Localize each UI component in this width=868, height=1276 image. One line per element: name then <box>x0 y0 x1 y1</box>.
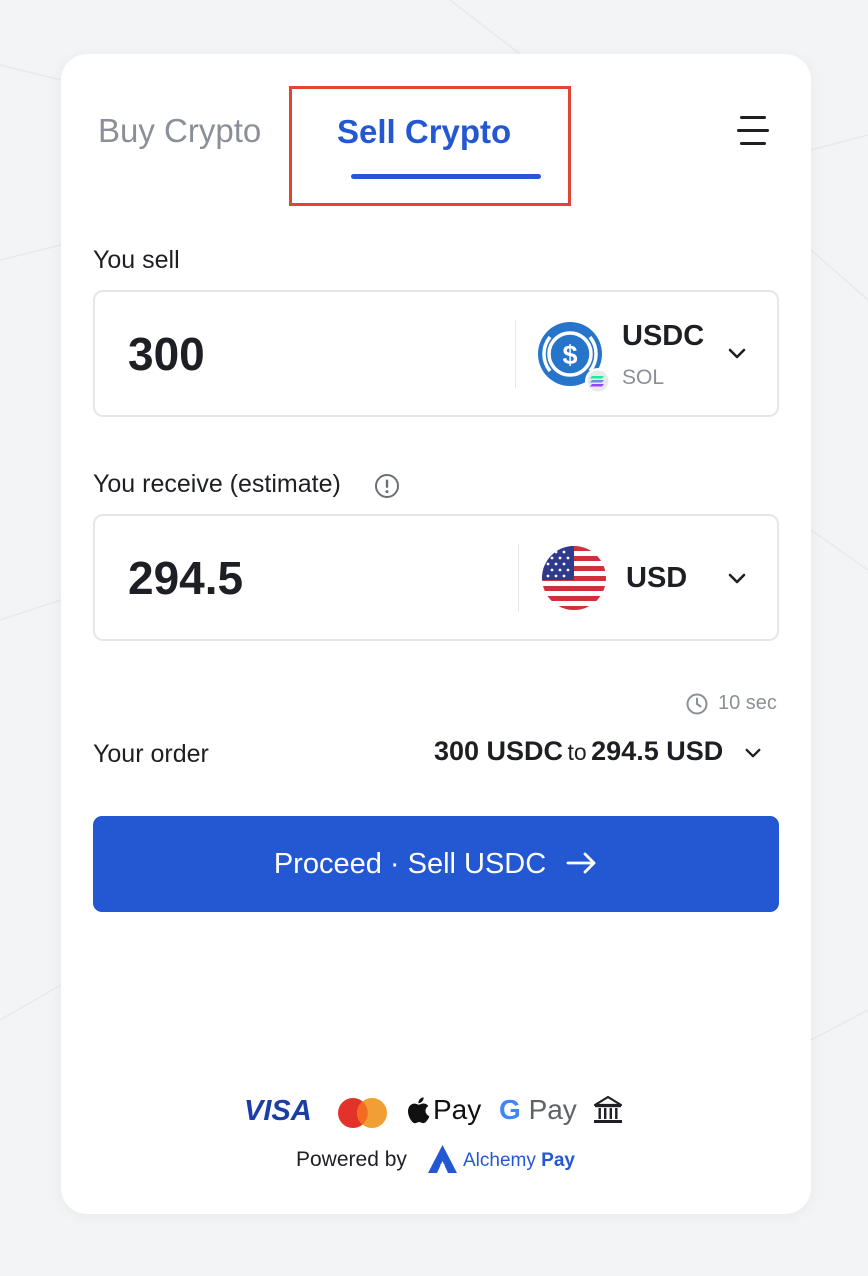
brand-name-text: Alchemy <box>463 1150 536 1171</box>
apple-logo-icon <box>408 1097 430 1124</box>
field-divider <box>515 320 516 388</box>
google-pay-logo: G Pay <box>499 1094 577 1126</box>
google-g-letter: G <box>499 1094 521 1125</box>
receive-amount-value: 294.5 <box>128 552 244 604</box>
proceed-button-label: Proceed · Sell USDC <box>273 848 547 880</box>
chevron-down-icon <box>728 348 746 359</box>
receive-currency-selector[interactable]: USD <box>539 516 779 639</box>
receive-currency-symbol: USD <box>626 562 688 594</box>
sell-token-network: SOL <box>622 366 665 389</box>
tab-sell-crypto[interactable]: Sell Crypto <box>289 86 571 206</box>
usdc-coin-icon: $ <box>538 322 611 394</box>
svg-text:$: $ <box>562 340 577 370</box>
order-summary-toggle[interactable]: 300 USDC to 294.5 USD <box>434 736 762 772</box>
field-divider <box>518 544 519 612</box>
quote-timer-text: 10 sec <box>718 692 777 714</box>
sell-token-symbol: USDC <box>622 320 705 352</box>
info-icon[interactable] <box>374 473 400 499</box>
sell-token-selector[interactable]: $ USDC SOL <box>535 292 779 415</box>
google-pay-label: Pay <box>528 1094 577 1125</box>
apple-pay-logo: Pay <box>433 1094 482 1125</box>
alchemy-pay-logo-icon <box>428 1145 457 1173</box>
your-order-label: Your order <box>93 740 209 768</box>
arrow-right-icon <box>566 852 596 874</box>
us-flag-icon <box>542 546 606 610</box>
sell-widget-card: Buy Crypto Sell Crypto You sell 300 $ US… <box>61 54 811 1214</box>
alchemy-pay-brand: Alchemy Pay <box>463 1150 575 1172</box>
chevron-down-icon <box>728 573 746 584</box>
chevron-down-icon <box>745 748 761 758</box>
tab-sell-crypto-label: Sell Crypto <box>337 113 512 150</box>
sell-amount-field: 300 $ USDC SOL <box>93 290 779 417</box>
proceed-sell-button[interactable]: Proceed · Sell USDC <box>93 816 779 912</box>
payment-methods-row: VISA Pay G Pay <box>61 1092 811 1132</box>
clock-icon <box>686 693 708 715</box>
you-sell-label: You sell <box>93 246 180 274</box>
bank-icon <box>593 1095 623 1123</box>
mastercard-logo <box>338 1098 387 1128</box>
visa-logo: VISA <box>244 1095 312 1127</box>
tab-buy-crypto[interactable]: Buy Crypto <box>98 112 261 150</box>
order-to-amount: 294.5 USD <box>591 736 724 766</box>
hamburger-menu-icon[interactable] <box>737 114 773 148</box>
order-from-amount: 300 USDC <box>434 736 564 766</box>
order-connector: to <box>567 739 587 765</box>
active-tab-indicator <box>351 174 541 179</box>
receive-amount-field: 294.5 USD <box>93 514 779 641</box>
sell-amount-input[interactable]: 300 <box>128 327 205 381</box>
brand-suffix-text: Pay <box>541 1150 575 1171</box>
powered-by-label: Powered by <box>296 1148 407 1171</box>
you-receive-label: You receive (estimate) <box>93 470 341 498</box>
